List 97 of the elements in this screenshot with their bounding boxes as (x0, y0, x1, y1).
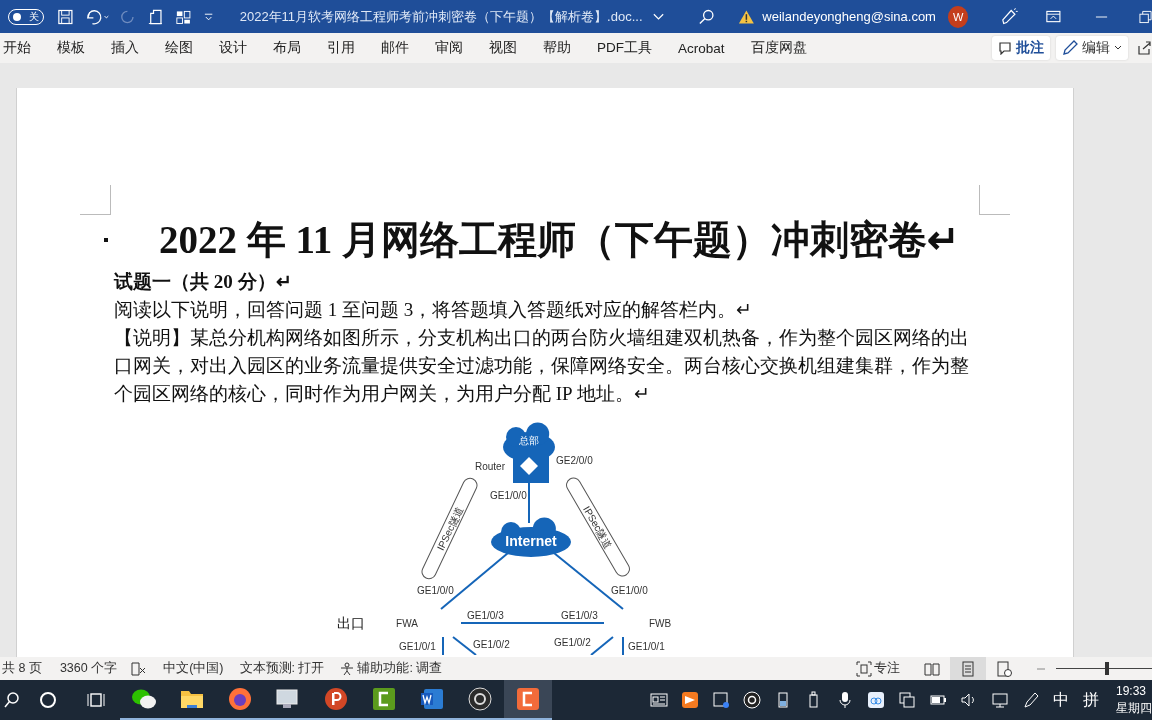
document-app-icon[interactable] (420, 687, 444, 711)
firewall-label: FWB (648, 618, 672, 629)
port-label: GE2/0/0 (556, 455, 593, 466)
ribbon-tab[interactable]: 模板 (44, 39, 98, 57)
document-heading: 2022 年 11 月网络工程师（下午题）冲刺密卷↵ (159, 218, 961, 262)
account-avatar[interactable]: W (947, 5, 969, 28)
firewall-label: FWA (396, 618, 418, 629)
page-icon (961, 660, 975, 677)
taskbar-app[interactable] (504, 680, 552, 720)
clock-weekday[interactable]: 星期四 (1116, 700, 1152, 717)
chat-bubbles-icon[interactable] (131, 687, 157, 711)
browser-icon[interactable] (228, 687, 252, 711)
pencil-icon (1062, 40, 1078, 56)
port-label: GE1/0/0 (611, 585, 648, 596)
bracket-app-icon[interactable] (516, 687, 540, 711)
page-count[interactable]: 共 8 页 (2, 660, 42, 677)
port-label: GE1/0/3 (561, 610, 598, 621)
port-label: GE1/0/0 (490, 490, 527, 501)
cloud-label: Internet (505, 533, 557, 549)
ribbon-tab[interactable]: 设计 (206, 39, 260, 57)
input-mode-indicator[interactable]: 拼 (1076, 689, 1106, 711)
view-button[interactable] (950, 657, 986, 680)
bullet-icon (104, 238, 108, 242)
cloud-drawing (503, 422, 555, 483)
description-paragraph: 【说明】某总分机构网络如图所示，分支机构出口的两台防火墙组建双机热备，作为整个园区网络的出口网关，对出入园区的业务流量提供安全过滤功能，保障网络安全。两台核心交换机组建集群，作为整个园区网络的核心，同时作为用户网关，为用户分配 IP 地址。↵ (114, 326, 970, 406)
search-icon[interactable] (698, 7, 716, 26)
record-app-icon[interactable] (468, 687, 492, 711)
port-label: GE1/0/0 (417, 585, 454, 596)
network-link (590, 636, 614, 655)
pen-icon[interactable] (1000, 6, 1019, 27)
ribbon-tab[interactable]: 邮件 (368, 39, 422, 57)
tunnel-label: IPSec隧道 (434, 505, 465, 553)
ribbon-tab[interactable]: 布局 (260, 39, 314, 57)
document-icon[interactable] (146, 7, 164, 26)
edit-button[interactable]: 编辑 (1056, 36, 1128, 60)
accessibility-icon (340, 661, 355, 676)
pen-icon[interactable] (1021, 691, 1040, 709)
instruction-text: 阅读以下说明，回答问题 1 至问题 3，将答题填入答题纸对应的解答栏内。↵ (114, 298, 754, 322)
network-link (528, 482, 530, 524)
cloud-app-icon[interactable] (866, 691, 885, 709)
comment-icon (998, 41, 1012, 55)
ribbon-tab[interactable]: 视图 (476, 39, 530, 57)
focus-icon (856, 660, 872, 677)
crop-mark (979, 185, 1010, 215)
ribbon-tab[interactable]: 引用 (314, 39, 368, 57)
proofing-icon[interactable] (131, 661, 148, 676)
bracket-app-icon[interactable] (372, 687, 396, 711)
section-title: 试题一（共 20 分）↵ (114, 270, 293, 294)
presentation-app-icon[interactable] (324, 687, 348, 711)
search-icon[interactable] (4, 691, 20, 709)
port-label: GE1/0/3 (467, 610, 504, 621)
caret-icon (1114, 44, 1122, 52)
word-count[interactable]: 3360 个字 (59, 660, 118, 677)
ribbon-tab[interactable]: 审阅 (422, 39, 476, 57)
folder-icon[interactable] (180, 689, 204, 709)
cloud-icon (491, 517, 571, 557)
ribbon-tab[interactable]: 插入 (98, 39, 152, 57)
network-icon[interactable] (990, 691, 1009, 709)
circle-icon[interactable] (39, 691, 57, 709)
account-email[interactable]: weilandeyongheng@sina.com (762, 9, 936, 24)
router-label: Router (475, 461, 505, 472)
share-icon[interactable] (1136, 40, 1152, 56)
ribbon-tab[interactable]: 百度网盘 (737, 39, 820, 57)
port-label: GE1/0/2 (554, 637, 591, 648)
port-label: GE1/0/2 (473, 639, 510, 650)
port-label: GE1/0/1 (628, 641, 665, 652)
ribbon-tab[interactable]: 绘图 (152, 39, 206, 57)
exit-label: 出口 (337, 615, 365, 631)
monitor-icon[interactable] (275, 688, 301, 710)
ribbon-tab[interactable]: 开始 (0, 39, 44, 57)
ribbon-display-icon[interactable] (1044, 8, 1062, 25)
port-label: GE1/0/1 (399, 641, 436, 652)
undo-icon[interactable] (85, 7, 112, 26)
input-method-indicator[interactable]: 中 (1046, 689, 1076, 711)
book-icon (924, 661, 940, 676)
warning-icon (737, 8, 755, 25)
news-icon[interactable] (649, 691, 668, 709)
zoom-slider-thumb[interactable] (1104, 662, 1109, 675)
cloud-label: 总部 (519, 435, 539, 446)
task-view-icon[interactable] (87, 691, 105, 709)
restore-icon[interactable] (1138, 9, 1152, 24)
ribbon-tab[interactable]: 帮助 (530, 39, 584, 57)
document-title: 2022年11月软考网络工程师考前冲刺密卷（下午题）【解析卷】.doc... (239, 7, 643, 26)
ribbon-tab[interactable]: Acrobat (665, 40, 738, 56)
crop-mark (80, 185, 111, 215)
focus-button[interactable]: 专注 (874, 660, 900, 677)
play-app-icon[interactable] (680, 691, 699, 709)
web-page-icon (996, 660, 1012, 677)
text-prediction-status[interactable]: 文本预测: 打开 (239, 660, 325, 677)
network-link (622, 636, 624, 655)
comment-button[interactable]: 批注 (992, 36, 1050, 60)
clock-time[interactable]: 19:33 (1116, 683, 1152, 700)
language-status[interactable]: 中文(中国) (163, 660, 224, 677)
save-icon[interactable] (57, 7, 74, 26)
accessibility-status[interactable]: 辅助功能: 调查 (357, 660, 443, 677)
ribbon-tab[interactable]: PDF工具 (584, 39, 665, 57)
network-link (442, 636, 444, 655)
